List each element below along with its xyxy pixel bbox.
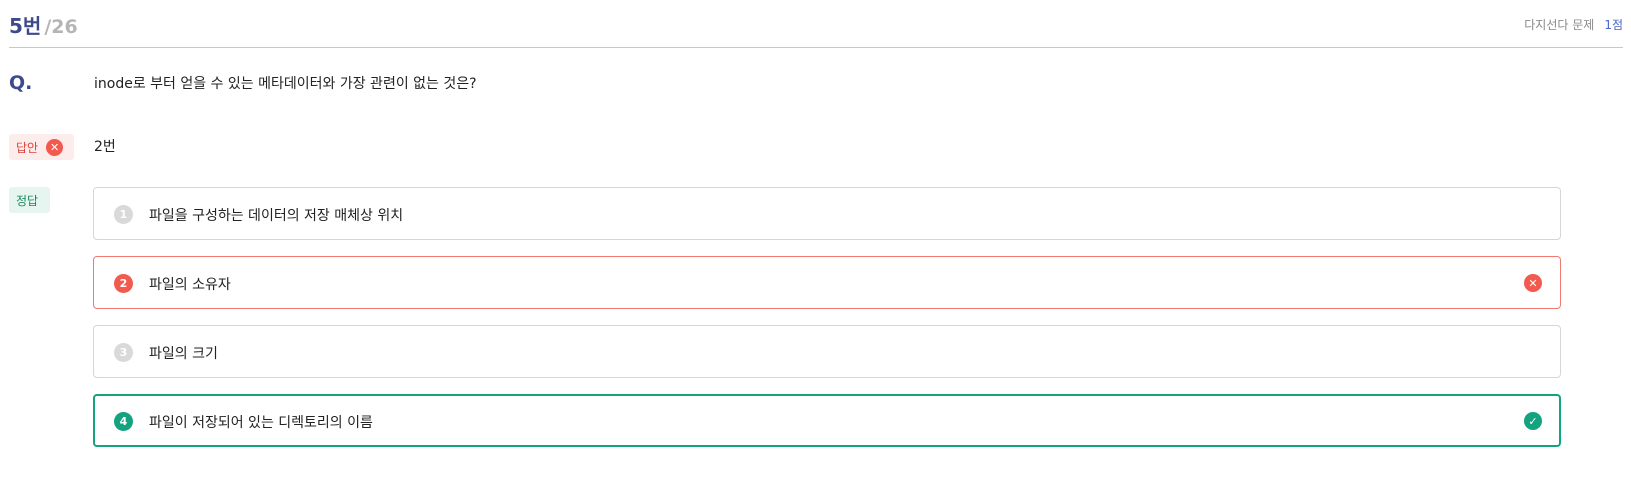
question-header: 5번/26 다지선다 문제 1점 — [9, 0, 1623, 48]
question-number: 5번/26 — [9, 14, 78, 38]
my-answer-value: 2번 — [94, 139, 116, 155]
option-4[interactable]: 4 파일이 저장되어 있는 디렉토리의 이름 ✓ — [93, 394, 1561, 447]
option-number-badge: 3 — [114, 343, 133, 362]
correct-answer-badge: 정답 — [9, 187, 50, 213]
my-answer-badge-label: 답안 — [16, 140, 39, 155]
my-answer-badge: 답안 ✕ — [9, 134, 74, 160]
option-number-badge: 1 — [114, 205, 133, 224]
question-label: Q. — [9, 72, 33, 94]
check-circle-icon: ✓ — [1524, 412, 1542, 430]
x-circle-icon: ✕ — [1524, 274, 1542, 292]
question-total: /26 — [44, 16, 78, 38]
option-1[interactable]: 1 파일을 구성하는 데이터의 저장 매체상 위치 — [93, 187, 1561, 240]
question-score: 1점 — [1604, 18, 1623, 32]
option-2[interactable]: 2 파일의 소유자 ✕ — [93, 256, 1561, 309]
option-3[interactable]: 3 파일의 크기 — [93, 325, 1561, 378]
option-text: 파일을 구성하는 데이터의 저장 매체상 위치 — [149, 208, 404, 224]
correct-answer-badge-label: 정답 — [16, 193, 39, 208]
option-number-badge: 2 — [114, 274, 133, 293]
question-meta: 다지선다 문제 1점 — [1524, 16, 1623, 33]
question-type: 다지선다 문제 — [1524, 18, 1595, 32]
option-number-badge: 4 — [114, 412, 133, 431]
question-text: inode로 부터 얻을 수 있는 메타데이터와 가장 관련이 없는 것은? — [94, 76, 477, 92]
x-circle-icon: ✕ — [46, 138, 64, 156]
option-text: 파일의 소유자 — [149, 277, 231, 293]
option-text: 파일이 저장되어 있는 디렉토리의 이름 — [149, 415, 373, 431]
option-text: 파일의 크기 — [149, 346, 218, 362]
